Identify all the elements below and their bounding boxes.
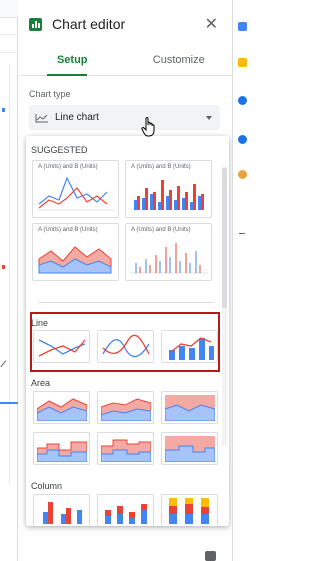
full-stepped-area-chart-option[interactable] (161, 432, 218, 465)
area-thumb-icon (38, 246, 112, 274)
suggested-caption: A (Units) and B (Units) (38, 227, 98, 233)
suggested-chart-3[interactable]: A (Units) and B (Units) (32, 223, 119, 281)
app-icon[interactable] (238, 135, 247, 144)
chart-type-label: Chart type (29, 89, 71, 99)
area-chart-icon (37, 398, 87, 421)
suggested-chart-2[interactable]: A (Units) and B (Units) (125, 160, 212, 218)
suggested-chart-1[interactable]: A (Units) and B (Units) (32, 160, 119, 218)
suggested-caption: A (Units) and B (Units) (131, 227, 191, 233)
menu-scroll-thumb[interactable] (222, 168, 227, 308)
sheet-selection (0, 402, 18, 404)
stacked-stepped-area-chart-option[interactable] (97, 432, 154, 465)
sheet-row-line (0, 52, 18, 53)
chart-type-menu: SUGGESTED A (Units) and B (Units) A (Uni… (26, 136, 229, 526)
stepped-area-chart-option[interactable] (33, 432, 90, 465)
tab-setup[interactable]: Setup (19, 48, 126, 75)
spreadsheet-edge (0, 0, 18, 561)
panel-title: Chart editor (52, 16, 126, 32)
explore-button[interactable] (205, 551, 216, 561)
chart-type-select[interactable]: Line chart (29, 105, 220, 130)
full-stepped-area-chart-icon (165, 436, 215, 462)
stepped-area-chart-icon (37, 441, 87, 462)
area-charts-row-1 (33, 391, 218, 424)
full-stacked-area-chart-icon (165, 395, 215, 421)
sheet-marker (2, 108, 5, 112)
suggested-chart-4[interactable]: A (Units) and B (Units) (125, 223, 212, 281)
hand-cursor-icon (141, 117, 155, 137)
line-chart-icon (35, 113, 48, 122)
chart-type-value: Line chart (55, 112, 99, 123)
sheet-grid-line (9, 64, 10, 484)
full-stacked-column-chart-icon (169, 498, 209, 524)
sheet-marker (2, 265, 5, 269)
sheet-row-line (0, 34, 18, 35)
app-icon[interactable] (238, 22, 247, 31)
divider-icon (239, 233, 245, 234)
app-icon[interactable] (238, 170, 247, 179)
app-icon[interactable] (238, 58, 247, 67)
area-chart-option[interactable] (33, 391, 90, 424)
area-charts-row-2 (33, 432, 218, 465)
full-stacked-area-chart-option[interactable] (161, 391, 218, 424)
stacked-stepped-area-chart-icon (101, 439, 151, 462)
dropdown-caret-icon (206, 116, 212, 120)
suggested-caption: A (Units) and B (Units) (131, 164, 191, 170)
menu-divider (38, 302, 214, 303)
editor-tabs: Setup Customize (19, 48, 232, 76)
suggested-caption: A (Units) and B (Units) (38, 164, 98, 170)
suggested-grid: A (Units) and B (Units) A (Units) and B … (32, 160, 212, 281)
line-thumb-icon (37, 176, 115, 211)
close-icon[interactable]: ✕ (205, 17, 218, 33)
histogram-thumb-icon (130, 243, 208, 274)
line-group-highlight (30, 312, 220, 372)
active-tab-indicator (47, 74, 87, 76)
group-label-column: Column (31, 481, 63, 491)
chart-editor-panel: Chart editor ✕ Setup Customize Chart typ… (19, 0, 232, 561)
stacked-area-chart-option[interactable] (97, 391, 154, 424)
column-thumb-icon (134, 180, 204, 210)
stacked-area-chart-icon (101, 398, 151, 421)
app-icon[interactable] (238, 96, 247, 105)
panel-header: Chart editor ✕ (19, 0, 232, 48)
side-apps-strip (232, 0, 250, 561)
group-label-area: Area (31, 378, 51, 388)
suggested-label: SUGGESTED (31, 145, 88, 155)
full-stacked-column-chart-option[interactable] (161, 494, 218, 526)
tab-customize[interactable]: Customize (126, 48, 233, 75)
column-chart-option[interactable] (33, 494, 90, 526)
column-chart-icon (43, 502, 82, 524)
chart-editor-icon (29, 17, 42, 31)
sheet-header (0, 0, 18, 18)
column-charts-row (33, 494, 218, 526)
stacked-column-chart-icon (105, 504, 147, 524)
stacked-column-chart-option[interactable] (97, 494, 154, 526)
